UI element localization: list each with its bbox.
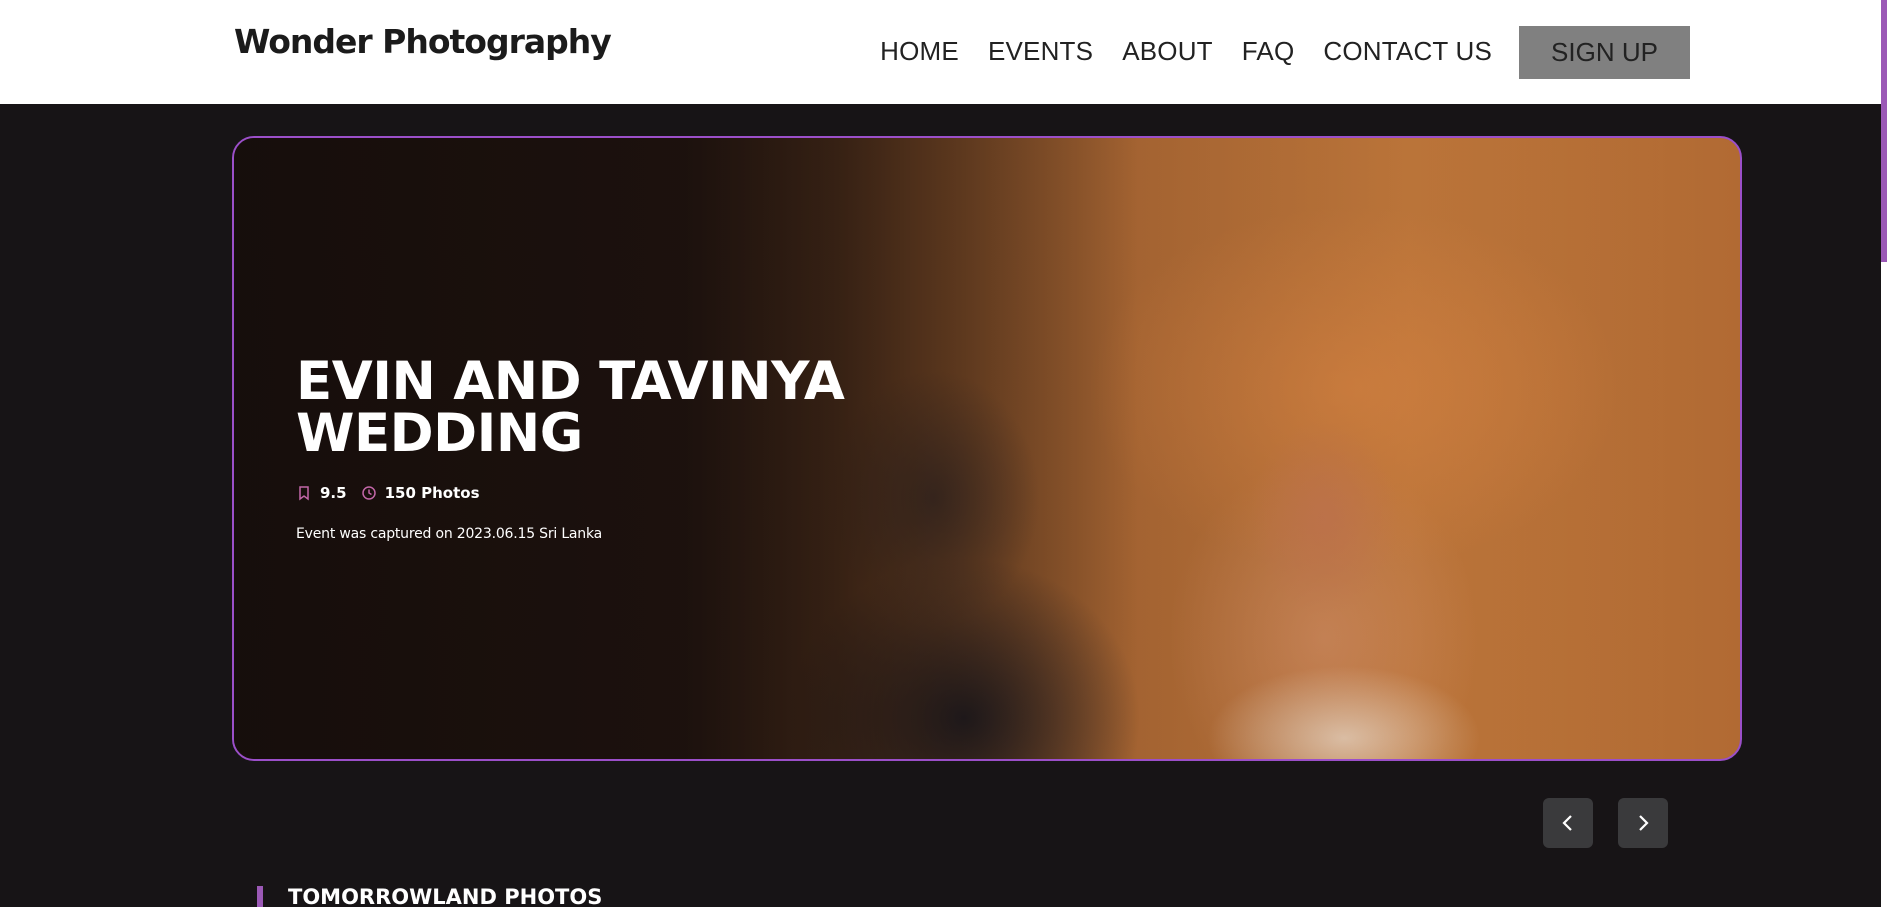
scrollbar-thumb[interactable] (1881, 0, 1887, 262)
section-accent-bar (257, 886, 263, 907)
event-title: EVIN AND TAVINYA WEDDING (296, 351, 845, 464)
event-rating: 9.5 (296, 484, 347, 502)
main-nav: HOME EVENTS ABOUT FAQ CONTACT US (880, 36, 1492, 67)
chevron-right-icon (1639, 815, 1649, 831)
page: Wonder Photography HOME EVENTS ABOUT FAQ… (0, 0, 1887, 907)
event-photo-count: 150 Photos (361, 484, 480, 502)
event-meta: 9.5 150 Photos (296, 484, 856, 502)
site-logo[interactable]: Wonder Photography (234, 22, 612, 61)
nav-contact-us[interactable]: CONTACT US (1323, 36, 1492, 67)
photo-count-value: 150 Photos (384, 484, 480, 502)
nav-events[interactable]: EVENTS (988, 36, 1093, 67)
nav-faq[interactable]: FAQ (1242, 36, 1295, 67)
event-caption: Event was captured on 2023.06.15 Sri Lan… (296, 526, 603, 542)
hero-content: EVIN AND TAVINYA WEDDING 9.5 150 Photos … (296, 351, 856, 542)
nav-about[interactable]: ABOUT (1122, 36, 1213, 67)
bookmark-icon (299, 486, 309, 501)
site-header: Wonder Photography HOME EVENTS ABOUT FAQ… (0, 0, 1881, 104)
nav-home[interactable]: HOME (880, 36, 959, 67)
sign-up-button[interactable]: SIGN UP (1519, 26, 1690, 79)
scrollbar[interactable] (1881, 0, 1887, 907)
chevron-left-icon (1562, 815, 1572, 831)
slider-prev-button[interactable] (1543, 798, 1593, 848)
hero-slide[interactable]: EVIN AND TAVINYA WEDDING 9.5 150 Photos … (232, 136, 1742, 761)
slider-next-button[interactable] (1618, 798, 1668, 848)
section-title: TOMORROWLAND PHOTOS (288, 885, 603, 907)
rating-value: 9.5 (320, 484, 347, 502)
clock-icon (361, 486, 376, 500)
